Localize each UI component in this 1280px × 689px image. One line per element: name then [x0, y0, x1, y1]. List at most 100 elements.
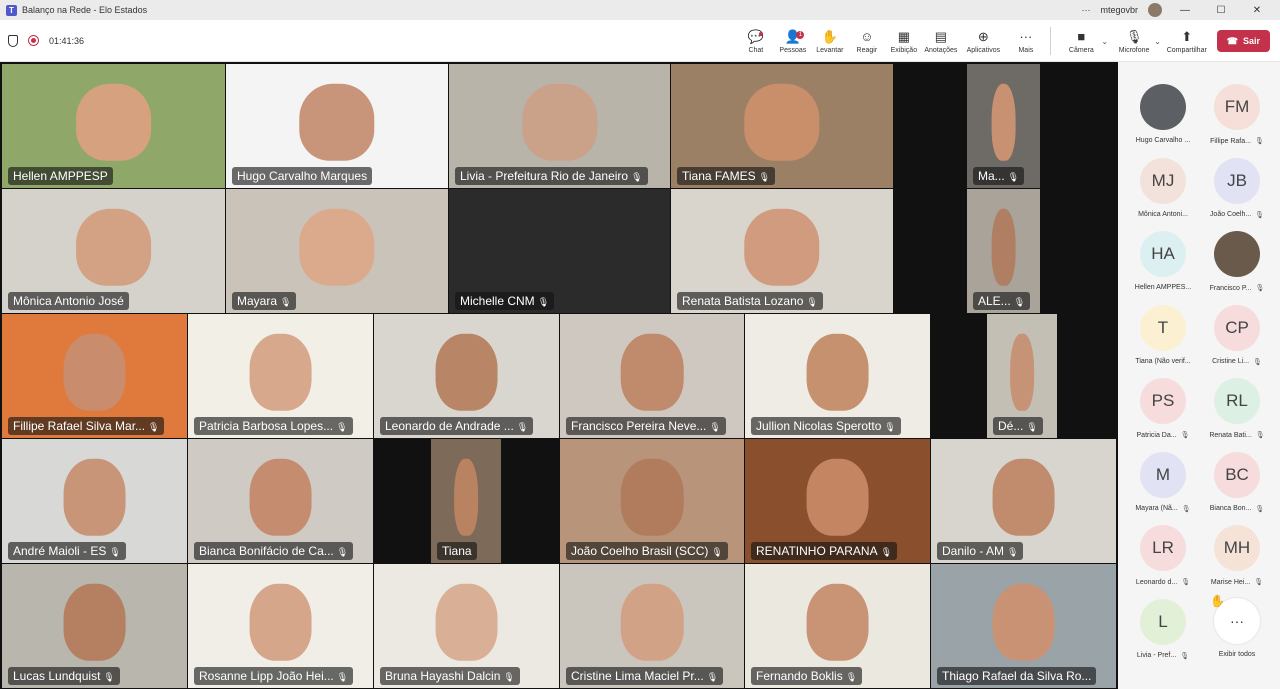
- video-tile[interactable]: ALE... 🎙: [967, 189, 1040, 313]
- video-tile[interactable]: Patricia Barbosa Lopes... 🎙: [188, 314, 373, 438]
- video-tile[interactable]: Hellen AMPPESP: [2, 64, 225, 188]
- leave-button[interactable]: ☎ Sair: [1216, 30, 1270, 52]
- participant-video: [454, 458, 478, 536]
- more-label: Mais: [1018, 46, 1034, 54]
- participant-avatar-item[interactable]: MH Marise Hei... 🎙: [1200, 525, 1274, 599]
- video-tile[interactable]: Rosanne Lipp João Hei... 🎙: [188, 564, 373, 688]
- video-tile[interactable]: André Maioli - ES 🎙: [2, 439, 187, 563]
- participant-name-row: Patricia Da... 🎙: [1137, 431, 1190, 440]
- raise-label: Levantar: [816, 46, 844, 54]
- video-tile[interactable]: Leonardo de Andrade ... 🎙: [374, 314, 559, 438]
- mic-muted-icon: 🎙: [336, 547, 349, 557]
- participant-avatar-item[interactable]: M Mayara (Nã... 🎙: [1126, 451, 1200, 526]
- participant-name: João Coelho Brasil (SCC): [571, 544, 709, 558]
- video-tile[interactable]: Bruna Hayashi Dalcin 🎙: [374, 564, 559, 688]
- video-tile[interactable]: Tiana: [431, 439, 501, 563]
- video-tile[interactable]: Fernando Boklis 🎙: [745, 564, 930, 688]
- participant-video: [75, 83, 152, 161]
- participant-name: Leonardo de Andrade ...: [385, 419, 514, 433]
- notes-button[interactable]: ▤ Anotações: [922, 29, 959, 54]
- share-icon: ⬆: [1181, 28, 1193, 44]
- participant-name: Bianca Bonifácio de Ca...: [199, 544, 334, 558]
- video-tile[interactable]: Lucas Lundquist 🎙: [2, 564, 187, 688]
- participants-panel: Hugo Carvalho ... FM Fillipe Rafa... 🎙 MJ Môn…: [1118, 62, 1280, 689]
- mic-muted-icon: 🎙: [1180, 432, 1190, 439]
- participant-name: Tiana (Não verif...: [1135, 357, 1191, 365]
- share-button[interactable]: ⬆ Compartilhar: [1163, 29, 1211, 54]
- video-tile[interactable]: Danilo - AM 🎙: [931, 439, 1116, 563]
- video-tile[interactable]: Tiana FAMES 🎙: [671, 64, 893, 188]
- avatar: T: [1140, 304, 1186, 351]
- more-button[interactable]: ··· Mais: [1007, 29, 1044, 54]
- participant-name-row: Bianca Bon... 🎙: [1210, 505, 1265, 513]
- participant-video: [992, 583, 1055, 661]
- maximize-button[interactable]: ☐: [1208, 5, 1234, 16]
- video-tile[interactable]: João Coelho Brasil (SCC) 🎙: [560, 439, 744, 563]
- participant-avatar-item[interactable]: LR Leonardo d... 🎙: [1126, 525, 1200, 599]
- video-tile[interactable]: Bianca Bonifácio de Ca... 🎙: [188, 439, 373, 563]
- participant-avatar-item[interactable]: Francisco P... 🎙: [1200, 231, 1274, 305]
- mic-button[interactable]: 🎙 Microfone: [1110, 29, 1158, 54]
- apps-button[interactable]: ⊕ Aplicativos: [959, 29, 1007, 54]
- participant-avatar-item[interactable]: L Livia - Pref... 🎙: [1126, 598, 1200, 673]
- participant-video: [63, 458, 126, 536]
- video-tile[interactable]: RENATINHO PARANA 🎙: [745, 439, 930, 563]
- participant-avatar-item[interactable]: PS Patricia Da... 🎙: [1126, 378, 1200, 452]
- participant-video: [620, 333, 684, 411]
- apps-label: Aplicativos: [966, 46, 1001, 54]
- react-button[interactable]: ☺ Reagir: [848, 29, 885, 54]
- avatar: L: [1140, 598, 1186, 645]
- video-tile[interactable]: Hugo Carvalho Marques: [226, 64, 448, 188]
- participant-avatar-item[interactable]: FM Fillipe Rafa... 🎙: [1200, 84, 1274, 158]
- participant-avatar-item[interactable]: JB João Coelh... 🎙: [1200, 157, 1274, 232]
- participant-video: [249, 458, 312, 536]
- participant-name-row: Livia - Pref... 🎙: [1137, 652, 1189, 660]
- participant-avatar-item[interactable]: HA Hellen AMPPES...: [1126, 231, 1200, 305]
- user-avatar[interactable]: [1148, 3, 1162, 17]
- participant-avatar-item[interactable]: BC Bianca Bon... 🎙: [1200, 451, 1274, 526]
- video-tile[interactable]: Mônica Antonio José: [2, 189, 225, 313]
- participant-name-row: Leonardo d... 🎙: [1136, 578, 1190, 587]
- participant-avatar-item[interactable]: MJ Mônica Antoni...: [1126, 157, 1200, 232]
- more-options-icon[interactable]: ···: [1081, 5, 1090, 15]
- participant-name: Tiana: [442, 544, 472, 558]
- participant-name-row: Tiana (Não verif...: [1135, 358, 1190, 365]
- raised-hand-icon: ✋: [1210, 594, 1225, 608]
- people-badge: 1: [796, 30, 805, 39]
- video-tile[interactable]: Renata Batista Lozano 🎙: [671, 189, 893, 313]
- participant-video: [806, 458, 869, 536]
- video-tile[interactable]: Thiago Rafael da Silva Ro...: [931, 564, 1116, 688]
- raise-hand-button[interactable]: ✋ Levantar: [811, 29, 848, 54]
- mic-muted-icon: 🎙: [1181, 505, 1191, 513]
- user-name[interactable]: mtegovbr: [1100, 5, 1138, 15]
- participant-name: Hugo Carvalho Marques: [237, 169, 368, 183]
- mic-muted-icon: 🎙: [1255, 211, 1265, 219]
- video-tile[interactable]: Jullion Nicolas Sperotto 🎙: [745, 314, 930, 438]
- video-tile[interactable]: Dé... 🎙: [987, 314, 1057, 438]
- participant-name-label: Fillipe Rafael Silva Mar... 🎙: [8, 417, 165, 435]
- participant-avatar-item[interactable]: Hugo Carvalho ...: [1126, 84, 1200, 158]
- shield-icon: [8, 34, 18, 47]
- participant-video: [992, 458, 1055, 536]
- video-tile[interactable]: Mayara 🎙: [226, 189, 448, 313]
- video-tile[interactable]: Michelle CNM 🎙: [449, 189, 670, 313]
- plus-icon: ⊕: [977, 28, 989, 44]
- video-tile[interactable]: Livia - Prefeitura Rio de Janeiro 🎙: [449, 64, 670, 188]
- people-button[interactable]: 👤 1 Pessoas: [774, 29, 811, 54]
- chat-button[interactable]: 💬 Chat: [737, 29, 774, 54]
- participant-avatar-item[interactable]: CP Cristine Li... 🎙: [1200, 304, 1274, 379]
- video-tile[interactable]: Francisco Pereira Neve... 🎙: [560, 314, 744, 438]
- participant-name-label: Bianca Bonifácio de Ca... 🎙: [194, 542, 354, 560]
- participant-name: Cristine Lima Maciel Pr...: [571, 669, 704, 683]
- minimize-button[interactable]: —: [1172, 5, 1198, 16]
- video-tile[interactable]: Ma... 🎙: [967, 64, 1040, 188]
- participant-avatar-item[interactable]: T Tiana (Não verif...: [1126, 304, 1200, 379]
- view-button[interactable]: ▦ Exibição: [885, 29, 922, 54]
- close-window-button[interactable]: ✕: [1244, 5, 1270, 16]
- view-all-button[interactable]: ··· ✋ Exibir todos: [1200, 594, 1274, 672]
- video-tile[interactable]: Fillipe Rafael Silva Mar... 🎙: [2, 314, 187, 438]
- video-tile[interactable]: Cristine Lima Maciel Pr... 🎙: [560, 564, 744, 688]
- participant-avatar-item[interactable]: RL Renata Bati... 🎙: [1200, 378, 1274, 452]
- camera-button[interactable]: ■ Câmera: [1057, 29, 1105, 54]
- mic-muted-icon: 🎙: [806, 297, 818, 307]
